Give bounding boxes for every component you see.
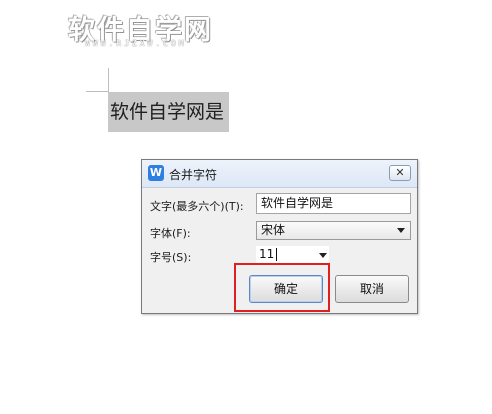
dropdown-arrow-icon[interactable] xyxy=(319,253,327,258)
dialog-titlebar[interactable]: W 合并字符 ✕ xyxy=(142,160,417,188)
close-button[interactable]: ✕ xyxy=(389,165,411,181)
font-select[interactable]: 宋体 xyxy=(256,221,411,240)
text-label: 文字(最多六个)(T): xyxy=(150,200,244,213)
dropdown-arrow-icon xyxy=(397,228,405,233)
size-label: 字号(S): xyxy=(150,251,192,264)
highlight-annotation-box xyxy=(234,263,330,312)
close-icon: ✕ xyxy=(395,166,405,179)
font-label: 字体(F): xyxy=(150,227,191,240)
text-cursor xyxy=(276,248,277,261)
cancel-button[interactable]: 取消 xyxy=(335,275,409,303)
size-combobox[interactable]: 11 xyxy=(256,246,329,264)
text-input[interactable]: 软件自学网是 xyxy=(256,193,411,214)
wps-writer-icon: W xyxy=(148,165,164,181)
dialog-title: 合并字符 xyxy=(169,168,218,182)
font-select-value: 宋体 xyxy=(261,223,286,237)
selected-document-text[interactable]: 软件自学网是 xyxy=(108,92,229,132)
crop-mark-horizontal xyxy=(86,91,109,92)
watermark-url: WWW.RJZXW.COM xyxy=(85,39,187,48)
crop-mark-vertical xyxy=(108,68,109,92)
app-icon-letter: W xyxy=(149,166,163,179)
size-combobox-value: 11 xyxy=(259,247,275,261)
